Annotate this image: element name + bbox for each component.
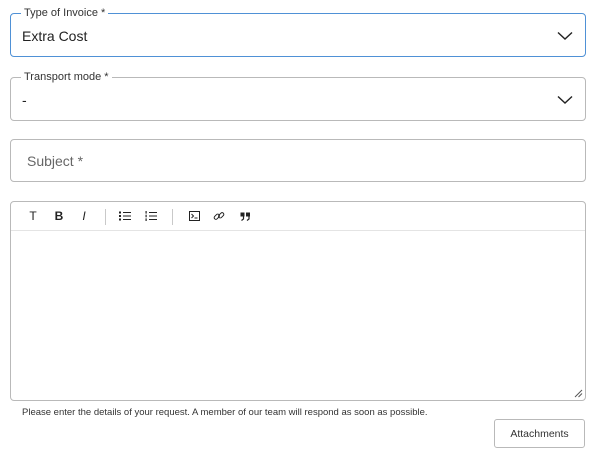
chevron-down-icon[interactable] [557,31,573,41]
bulleted-list-icon[interactable] [117,208,133,224]
invoice-type-select[interactable]: Type of Invoice * Extra Cost [10,6,586,57]
italic-icon[interactable]: I [76,208,92,224]
subject-input[interactable]: Subject * [10,139,586,182]
invoice-type-value: Extra Cost [22,28,88,44]
toolbar-divider [105,209,106,225]
resize-handle-icon[interactable] [573,388,583,398]
attachments-button[interactable]: Attachments [494,419,585,448]
chevron-down-icon[interactable] [557,95,573,105]
link-icon[interactable] [211,208,227,224]
toolbar-divider [172,209,173,225]
transport-mode-select[interactable]: Transport mode * - [10,70,586,121]
numbered-list-icon[interactable] [143,208,159,224]
editor-content-area[interactable] [11,231,585,400]
text-size-icon[interactable]: T [25,208,41,224]
description-editor[interactable]: T B I [10,201,586,401]
editor-toolbar: T B I [11,202,585,231]
transport-mode-value: - [22,92,27,108]
code-block-icon[interactable] [186,208,202,224]
subject-placeholder: Subject * [27,153,84,169]
bold-icon[interactable]: B [51,208,67,224]
editor-help-text: Please enter the details of your request… [22,407,428,418]
quote-icon[interactable] [237,208,253,224]
invoice-type-label: Type of Invoice * [21,6,109,20]
transport-mode-label: Transport mode * [21,70,112,84]
